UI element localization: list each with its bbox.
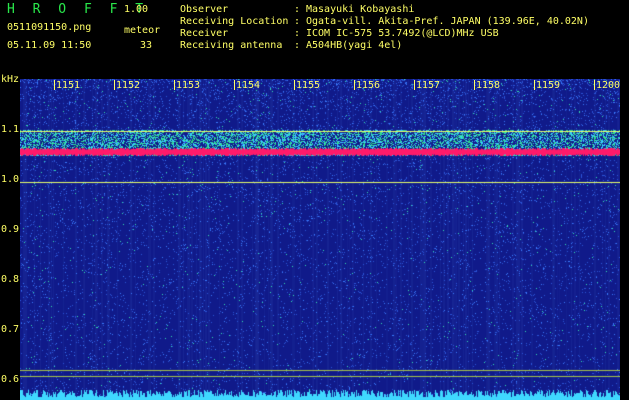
time-tick: 1200 [594, 80, 621, 91]
info-value: Ogata-vill. Akita-Pref. JAPAN (139.96E, … [306, 16, 589, 27]
info-label: Receiving Location [180, 16, 289, 27]
time-tick: 1159 [534, 80, 561, 91]
time-tick: 1158 [474, 80, 501, 91]
y-tick-label: 0.8 [1, 274, 20, 285]
file-name: 0511091150.png [7, 22, 92, 33]
header-panel: H R O F F T 1.00 0511091150.png meteor 0… [0, 0, 629, 72]
info-value: Masayuki Kobayashi [306, 4, 415, 15]
time-tick: 1155 [294, 80, 321, 91]
info-label: Receiving antenna [180, 40, 283, 51]
info-value: ICOM IC-575 53.7492(@LCD)MHz USB [306, 28, 499, 39]
time-tick: 1157 [414, 80, 441, 91]
y-tick-label: 0.7 [1, 324, 20, 335]
y-tick-label: 1.1 [1, 124, 20, 135]
date-time: 05.11.09 11:50 [7, 40, 92, 51]
info-row-antenna: Receiving antenna: A504HB(yagi 4el) [180, 40, 403, 51]
time-tick: 1156 [354, 80, 381, 91]
y-tick-label: 0.6 [1, 374, 20, 385]
spectrogram-canvas [20, 79, 620, 400]
info-label: Receiver [180, 28, 229, 39]
info-row-location: Receiving Location: Ogata-vill. Akita-Pre… [180, 16, 589, 27]
app-version: 1.00 [124, 4, 149, 15]
y-unit-label: kHz [1, 74, 20, 85]
info-label: Observer [180, 4, 229, 15]
meteor-count: 33 [140, 40, 153, 51]
station-info: Observer: Masayuki Kobayashi Receiving Lo… [180, 4, 589, 52]
info-row-receiver: Receiver: ICOM IC-575 53.7492(@LCD)MHz US… [180, 28, 499, 39]
y-tick-label: 0.9 [1, 224, 20, 235]
time-tick: 1151 [54, 80, 81, 91]
spectrogram-plot [20, 79, 620, 400]
y-tick-label: 1.0 [1, 174, 20, 185]
info-value: A504HB(yagi 4el) [306, 40, 403, 51]
mode-label: meteor [124, 25, 161, 36]
time-tick: 1153 [174, 80, 201, 91]
info-row-observer: Observer: Masayuki Kobayashi [180, 4, 415, 15]
time-tick: 1152 [114, 80, 141, 91]
time-tick: 1154 [234, 80, 261, 91]
